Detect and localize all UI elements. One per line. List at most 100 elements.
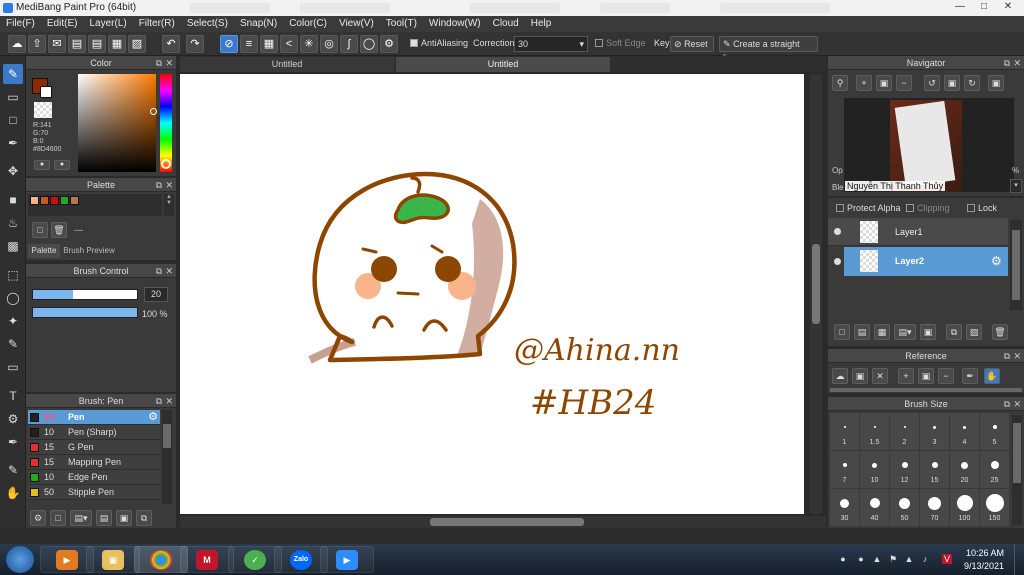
canvas-vertical-scrollbar[interactable]	[810, 74, 822, 514]
cloud-ref-icon[interactable]: ☁	[832, 368, 848, 384]
color-wheel-icon[interactable]: ●	[34, 160, 50, 170]
show-desktop-button[interactable]	[1014, 544, 1024, 575]
close-icon[interactable]: ✕	[165, 264, 173, 278]
new-halftone-layer-icon[interactable]: ▦	[874, 324, 890, 340]
brush-size-cell[interactable]: 5	[980, 413, 1009, 450]
palette-swatch[interactable]	[30, 196, 39, 205]
divide-tool-icon[interactable]: ⚙	[3, 409, 23, 429]
drawing-canvas[interactable]: @Ahina.nn #HB24	[180, 74, 804, 514]
eyedropper-tool-icon[interactable]: ✒	[3, 432, 23, 452]
brush-list-item[interactable]: 50 Stipple Pen	[28, 485, 160, 500]
brush-list-item[interactable]: 15 Mapping Pen	[28, 455, 160, 470]
new-layer-icon[interactable]: □	[834, 324, 850, 340]
brush-size-cell[interactable]: 100	[950, 489, 979, 526]
pages-icon[interactable]: ▦	[108, 35, 126, 53]
menu-filter[interactable]: Filter(R)	[133, 16, 181, 32]
hue-slider-handle[interactable]	[161, 159, 171, 169]
select-pen-tool-icon[interactable]: ✎	[3, 334, 23, 354]
pipette-tool-icon[interactable]: ✎	[3, 460, 23, 480]
brush-size-cell[interactable]: 20	[950, 451, 979, 488]
float-icon[interactable]: ⧉	[1004, 56, 1010, 70]
tray-network-icon[interactable]: ▲	[904, 554, 914, 564]
reference-scrollbar[interactable]	[830, 388, 1022, 392]
menu-color[interactable]: Color(C)	[283, 16, 333, 32]
menu-layer[interactable]: Layer(L)	[83, 16, 132, 32]
tray-zoom-icon[interactable]: ●	[838, 554, 848, 564]
brush-doc-icon[interactable]: ▤	[96, 510, 112, 526]
menu-view[interactable]: View(V)	[333, 16, 380, 32]
new-brush-icon[interactable]: □	[50, 510, 66, 526]
ref-eyedropper-icon[interactable]: ✒	[962, 368, 978, 384]
new-color-layer-icon[interactable]: ▤	[854, 324, 870, 340]
brush-size-cell[interactable]: 1	[830, 413, 859, 450]
fill-rect-tool-icon[interactable]: ■	[3, 190, 23, 210]
brush-size-slider[interactable]	[32, 289, 138, 300]
close-icon[interactable]: ✕	[1013, 56, 1021, 70]
layers-scrollbar[interactable]	[1010, 220, 1022, 310]
radial-snap-icon[interactable]: ✳	[300, 35, 318, 53]
brush-list-scrollbar[interactable]	[162, 410, 172, 504]
add-brush-icon[interactable]: ▤▾	[70, 510, 92, 526]
bucket-tool-icon[interactable]: ♨	[3, 213, 23, 233]
hand-tool-icon[interactable]: ✋	[3, 483, 23, 503]
layer-settings-gear-icon[interactable]: ⚙	[991, 254, 1002, 268]
close-icon[interactable]: ✕	[1013, 397, 1021, 411]
menu-tool[interactable]: Tool(T)	[380, 16, 423, 32]
color-sliders-icon[interactable]: ●	[54, 160, 70, 170]
brush-size-cell[interactable]: 150	[980, 489, 1009, 526]
brush-size-cell[interactable]: 50	[890, 489, 919, 526]
rotate-left-icon[interactable]: ↺	[924, 75, 940, 91]
brush-size-cell[interactable]: 7	[830, 451, 859, 488]
saturation-value-picker[interactable]	[78, 74, 156, 172]
taskbar-app-files[interactable]: ▣	[86, 546, 140, 573]
page-icon[interactable]: ▤	[68, 35, 86, 53]
eraser-tool-icon[interactable]: ▭	[3, 87, 23, 107]
scroll-thumb[interactable]	[163, 424, 171, 448]
transparent-swatch[interactable]	[34, 102, 52, 118]
brush-size-value[interactable]: 20	[144, 287, 168, 302]
menu-window[interactable]: Window(W)	[423, 16, 487, 32]
delete-palette-icon[interactable]: 🗑	[51, 222, 67, 238]
undo-icon[interactable]: ↶	[162, 35, 180, 53]
close-ref-icon[interactable]: ✕	[872, 368, 888, 384]
select-eraser-tool-icon[interactable]: ▭	[3, 357, 23, 377]
parallel-snap-icon[interactable]: ≡	[240, 35, 258, 53]
secondary-color-swatch[interactable]	[40, 86, 52, 98]
clock-time[interactable]: 10:26 AM	[966, 548, 1004, 558]
open-folder-icon[interactable]: ▣	[852, 368, 868, 384]
float-icon[interactable]: ⧉	[156, 394, 162, 408]
brush-folder-icon[interactable]: ▣	[116, 510, 132, 526]
snap-settings-icon[interactable]: ⚙	[380, 35, 398, 53]
brush-size-cell[interactable]: 2	[890, 413, 919, 450]
tab-document-1[interactable]: Untitled	[180, 57, 394, 72]
menu-file[interactable]: File(F)	[0, 16, 41, 32]
scroll-thumb[interactable]	[1012, 230, 1020, 300]
clock-date[interactable]: 9/13/2021	[964, 561, 1004, 571]
palette-swatch[interactable]	[40, 196, 49, 205]
zoom-in-icon[interactable]: +	[856, 75, 872, 91]
maximize-button[interactable]: □	[972, 0, 996, 14]
tray-zalo-icon[interactable]: ●	[856, 554, 866, 564]
grid-snap-icon[interactable]: ▦	[260, 35, 278, 53]
minimize-button[interactable]: —	[948, 0, 972, 14]
straight-line-button[interactable]: ✎ Create a straight line	[719, 36, 818, 63]
perspective-snap-icon[interactable]: <	[280, 35, 298, 53]
layers-icon[interactable]: ▨	[128, 35, 146, 53]
tab-document-2[interactable]: Untitled	[396, 57, 610, 72]
brush-list-item[interactable]: 15 G Pen	[28, 440, 160, 455]
merge-layer-icon[interactable]: ▨	[966, 324, 982, 340]
circle-snap-icon[interactable]: ◯	[360, 35, 378, 53]
brush-size-cell[interactable]: 4	[950, 413, 979, 450]
cloud-icon[interactable]: ☁	[8, 35, 26, 53]
comment-icon[interactable]: ✉	[48, 35, 66, 53]
layer-row-layer1[interactable]: Layer1	[828, 218, 1008, 246]
palette-swatch[interactable]	[60, 196, 69, 205]
palette-swatch[interactable]	[70, 196, 79, 205]
tray-volume-icon[interactable]: ♪	[920, 554, 930, 564]
opacity-slider[interactable]	[32, 307, 138, 318]
tray-flag-icon[interactable]: ⚑	[888, 554, 898, 564]
rotate-right-icon[interactable]: ↻	[964, 75, 980, 91]
move-tool-icon[interactable]: ✥	[3, 161, 23, 181]
antialiasing-checkbox[interactable]: AntiAliasing	[410, 38, 468, 48]
redo-icon[interactable]: ↷	[186, 35, 204, 53]
